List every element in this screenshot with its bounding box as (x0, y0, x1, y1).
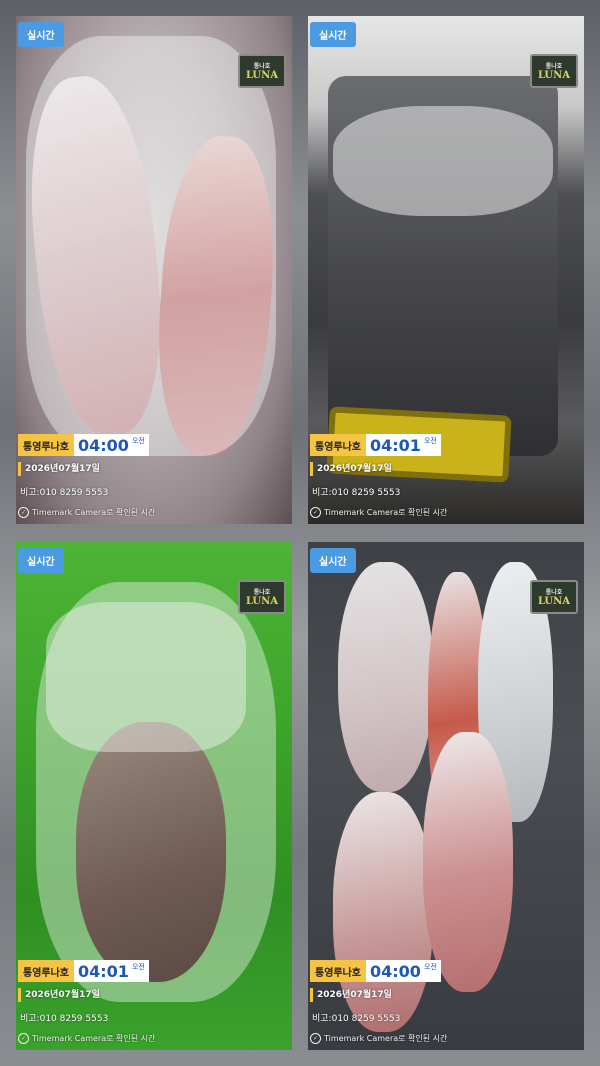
date-value: 2026년07월17일 (310, 988, 392, 1002)
memo-text: 비고:010 8259 5553 (312, 488, 401, 498)
boat-name: 통영루나호 (18, 960, 74, 982)
ampm-label: 오전 (423, 960, 441, 982)
time-value: 04:00 (74, 434, 132, 456)
squid-image (76, 722, 226, 982)
date-value: 2026년07월17일 (310, 462, 392, 476)
memo-text: 비고:010 8259 5553 (312, 1014, 401, 1024)
boat-name: 통영루나호 (310, 434, 366, 456)
timestamp-row: 통영루나호 04:00 오전 (18, 434, 149, 456)
date-value: 2026년07월17일 (18, 988, 100, 1002)
verify-row: ✓ Timemark Camera로 확인된 시간 (18, 507, 155, 518)
ampm-label: 오전 (131, 960, 149, 982)
luna-logo: 통나호 LUNA (238, 580, 286, 614)
live-badge: 실시간 (310, 548, 356, 573)
ampm-label: 오전 (423, 434, 441, 456)
shield-check-icon: ✓ (18, 507, 29, 518)
photo-tile-4[interactable]: 실시간 통나호 LUNA 통영루나호 04:00 오전 2026년07월17일 비… (308, 542, 584, 1050)
luna-logo: 통나호 LUNA (530, 54, 578, 88)
squid-image (423, 732, 513, 992)
luna-logo: 통나호 LUNA (530, 580, 578, 614)
verify-text: Timemark Camera로 확인된 시간 (32, 1034, 156, 1043)
time-value: 04:00 (366, 960, 424, 982)
verify-text: Timemark Camera로 확인된 시간 (324, 1034, 448, 1043)
memo-text: 비고:010 8259 5553 (20, 488, 109, 498)
verify-text: Timemark Camera로 확인된 시간 (32, 508, 156, 517)
live-badge: 실시간 (18, 22, 64, 47)
boat-name: 통영루나호 (18, 434, 74, 456)
boat-name: 통영루나호 (310, 960, 366, 982)
verify-row: ✓ Timemark Camera로 확인된 시간 (310, 507, 447, 518)
timestamp-row: 통영루나호 04:01 오전 (18, 960, 149, 982)
luna-logo: 통나호 LUNA (238, 54, 286, 88)
plastic-bag-image (46, 602, 246, 752)
plastic-bag-image (26, 36, 276, 456)
squid-image (338, 562, 433, 792)
timestamp-row: 통영루나호 04:00 오전 (310, 960, 441, 982)
shield-check-icon: ✓ (18, 1033, 29, 1044)
photo-tile-2[interactable]: 실시간 통나호 LUNA 통영루나호 04:01 오전 2026년07월17일 비… (308, 16, 584, 524)
time-value: 04:01 (366, 434, 424, 456)
photo-tile-3[interactable]: 실시간 통나호 LUNA 통영루나호 04:01 오전 2026년07월17일 비… (16, 542, 292, 1050)
ampm-label: 오전 (131, 434, 149, 456)
date-value: 2026년07월17일 (18, 462, 100, 476)
memo-text: 비고:010 8259 5553 (20, 1014, 109, 1024)
live-badge: 실시간 (310, 22, 356, 47)
shield-check-icon: ✓ (310, 507, 321, 518)
plastic-bag-image (333, 106, 553, 216)
photo-tile-1[interactable]: 실시간 통나호 LUNA 통영루나호 04:00 오전 2026년07월17일 비… (16, 16, 292, 524)
shield-check-icon: ✓ (310, 1033, 321, 1044)
verify-row: ✓ Timemark Camera로 확인된 시간 (310, 1033, 447, 1044)
timestamp-row: 통영루나호 04:01 오전 (310, 434, 441, 456)
time-value: 04:01 (74, 960, 132, 982)
verify-row: ✓ Timemark Camera로 확인된 시간 (18, 1033, 155, 1044)
live-badge: 실시간 (18, 548, 64, 573)
verify-text: Timemark Camera로 확인된 시간 (324, 508, 448, 517)
